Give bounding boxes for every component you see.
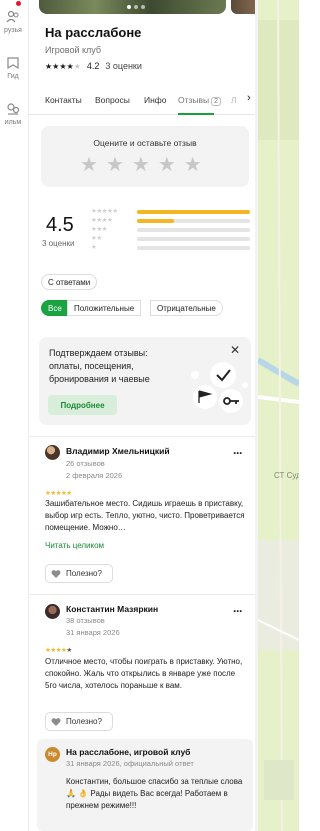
film-icon [7, 103, 20, 115]
distribution-row-4: ★★★★ [91, 217, 251, 226]
place-rating[interactable]: ★★★★★ 4.2 3 оценки [45, 61, 142, 71]
reviewer-name[interactable]: Владимир Хмельницкий [66, 446, 170, 456]
tab-active-indicator [178, 113, 214, 115]
verification-illustration-icon [191, 362, 248, 413]
helpful-label: Полезно? [66, 569, 102, 578]
tab-questions[interactable]: Вопросы [95, 95, 130, 105]
chevron-right-icon[interactable]: › [247, 92, 251, 104]
rate-star-3[interactable]: ★ [132, 155, 150, 175]
rate-star-1[interactable]: ★ [80, 155, 98, 175]
tab-reviews-label: Отзывы [178, 95, 210, 105]
rail-item-friends[interactable]: рузья [0, 10, 26, 34]
distribution-stars-5: ★★★★★ [91, 208, 118, 215]
helpful-button[interactable]: Полезно? [45, 564, 113, 583]
distribution-bar-1 [137, 246, 250, 250]
rate-star-5[interactable]: ★ [184, 155, 202, 175]
review-stars: ★★★★★ [45, 490, 72, 497]
helpful-button[interactable]: Полезно? [45, 712, 113, 731]
photo-pagination [127, 5, 145, 9]
place-photo-secondary[interactable] [231, 0, 258, 14]
guide-icon [7, 57, 19, 70]
heart-icon [51, 569, 61, 578]
verified-reviews-promo: Подтверждаем отзывы: оплаты, посещения, … [39, 337, 251, 425]
rate-stars: ★ ★ ★ ★ ★ [80, 155, 202, 175]
rail-label-friends: рузья [4, 27, 22, 34]
promo-more-button[interactable]: Подробнее [48, 395, 117, 415]
filter-all[interactable]: Все [41, 300, 69, 316]
filter-with-answers[interactable]: С ответами [41, 274, 98, 290]
helpful-label: Полезно? [66, 717, 102, 726]
notification-dot [16, 1, 21, 6]
distribution-stars-2: ★★ [91, 235, 102, 242]
reviewer-review-count: 38 отзывов [66, 616, 105, 625]
distribution-row-1: ★ [91, 244, 251, 253]
distribution-row-3: ★★★ [91, 226, 251, 235]
reviewer-review-count: 26 отзывов [66, 459, 105, 468]
distribution-bar-2 [137, 237, 250, 241]
filter-negative[interactable]: Отрицательные [150, 300, 223, 316]
reviewer-avatar[interactable] [45, 445, 60, 460]
heart-icon [51, 717, 61, 726]
distribution-bar-4 [137, 219, 250, 223]
place-rating-value: 4.2 [86, 61, 100, 71]
distribution-stars-4: ★★★★ [91, 217, 113, 224]
distribution-row-5: ★★★★★ [91, 208, 251, 217]
summary-score: 4.5 [46, 214, 74, 236]
tab-bar: Контакты Вопросы Инфо Отзывы 2 Л › [29, 84, 258, 115]
review-more-options-icon[interactable]: ··· [233, 446, 243, 460]
rate-star-2[interactable]: ★ [106, 155, 124, 175]
distribution-row-2: ★★ [91, 235, 251, 244]
reply-text: Константин, большое спасибо за теплые сл… [66, 777, 243, 810]
place-title: На расслабоне [45, 25, 142, 40]
place-rating-stars: ★★★★★ [45, 61, 81, 71]
tab-info[interactable]: Инфо [144, 95, 167, 105]
tab-reviews[interactable]: Отзывы 2 [178, 95, 222, 106]
review-date: 31 января 2026 [66, 628, 120, 637]
panel-scrollbar[interactable] [255, 0, 258, 831]
distribution-stars-3: ★★★ [91, 226, 107, 233]
distribution-bar-5 [137, 210, 250, 214]
divider [29, 594, 258, 595]
divider [29, 436, 258, 437]
review-more-options-icon[interactable]: ··· [233, 604, 243, 618]
tab-more[interactable]: Л [231, 95, 237, 105]
filter-positive[interactable]: Положительные [67, 300, 142, 316]
place-category[interactable]: Игровой клуб [45, 45, 101, 55]
promo-text: Подтверждаем отзывы: оплаты, посещения, … [49, 348, 150, 384]
map-place-label: СТ Суд [274, 471, 299, 480]
place-card-panel: На расслабоне Игровой клуб ★★★★★ 4.2 3 о… [28, 0, 258, 831]
reply-meta: 31 января 2026, официальный ответ [66, 759, 194, 768]
read-more-link[interactable]: Читать целиком [45, 541, 104, 550]
review-text: Отличное место, чтобы поиграть в пристав… [45, 657, 243, 690]
rate-star-4[interactable]: ★ [158, 155, 176, 175]
distribution-stars-1: ★ [91, 244, 97, 251]
reply-author[interactable]: На расслабоне, игровой клуб [66, 747, 190, 757]
place-rating-count: 3 оценки [105, 61, 142, 71]
tab-contacts[interactable]: Контакты [45, 95, 82, 105]
summary-count: 3 оценки [42, 239, 75, 248]
friends-icon [6, 10, 19, 23]
distribution-fill-5 [137, 210, 250, 214]
rate-prompt: Оцените и оставьте отзыв ★ ★ ★ ★ ★ [41, 126, 249, 187]
distribution-fill-4 [137, 219, 175, 223]
rate-prompt-title: Оцените и оставьте отзыв [93, 138, 197, 148]
left-rail: рузья Гид ильм [0, 0, 26, 831]
organization-avatar: Нр [45, 747, 60, 762]
review-stars: ★★★★★ [45, 647, 72, 654]
rail-label-film: ильм [4, 119, 22, 126]
tab-reviews-badge: 2 [211, 97, 222, 106]
rail-item-guide[interactable]: Гид [0, 56, 26, 80]
map-roads [258, 0, 299, 831]
rail-label-guide: Гид [7, 73, 19, 80]
distribution-bar-3 [137, 228, 250, 232]
review-text: Зашибательное место. Сидишь играешь в пр… [45, 499, 245, 532]
reviewer-name[interactable]: Константин Мазяркин [66, 604, 158, 614]
reviewer-avatar[interactable] [45, 604, 60, 619]
rail-item-film[interactable]: ильм [0, 102, 26, 126]
map-view[interactable]: СТ Суд [258, 0, 299, 831]
review-date: 2 февраля 2026 [66, 471, 123, 480]
